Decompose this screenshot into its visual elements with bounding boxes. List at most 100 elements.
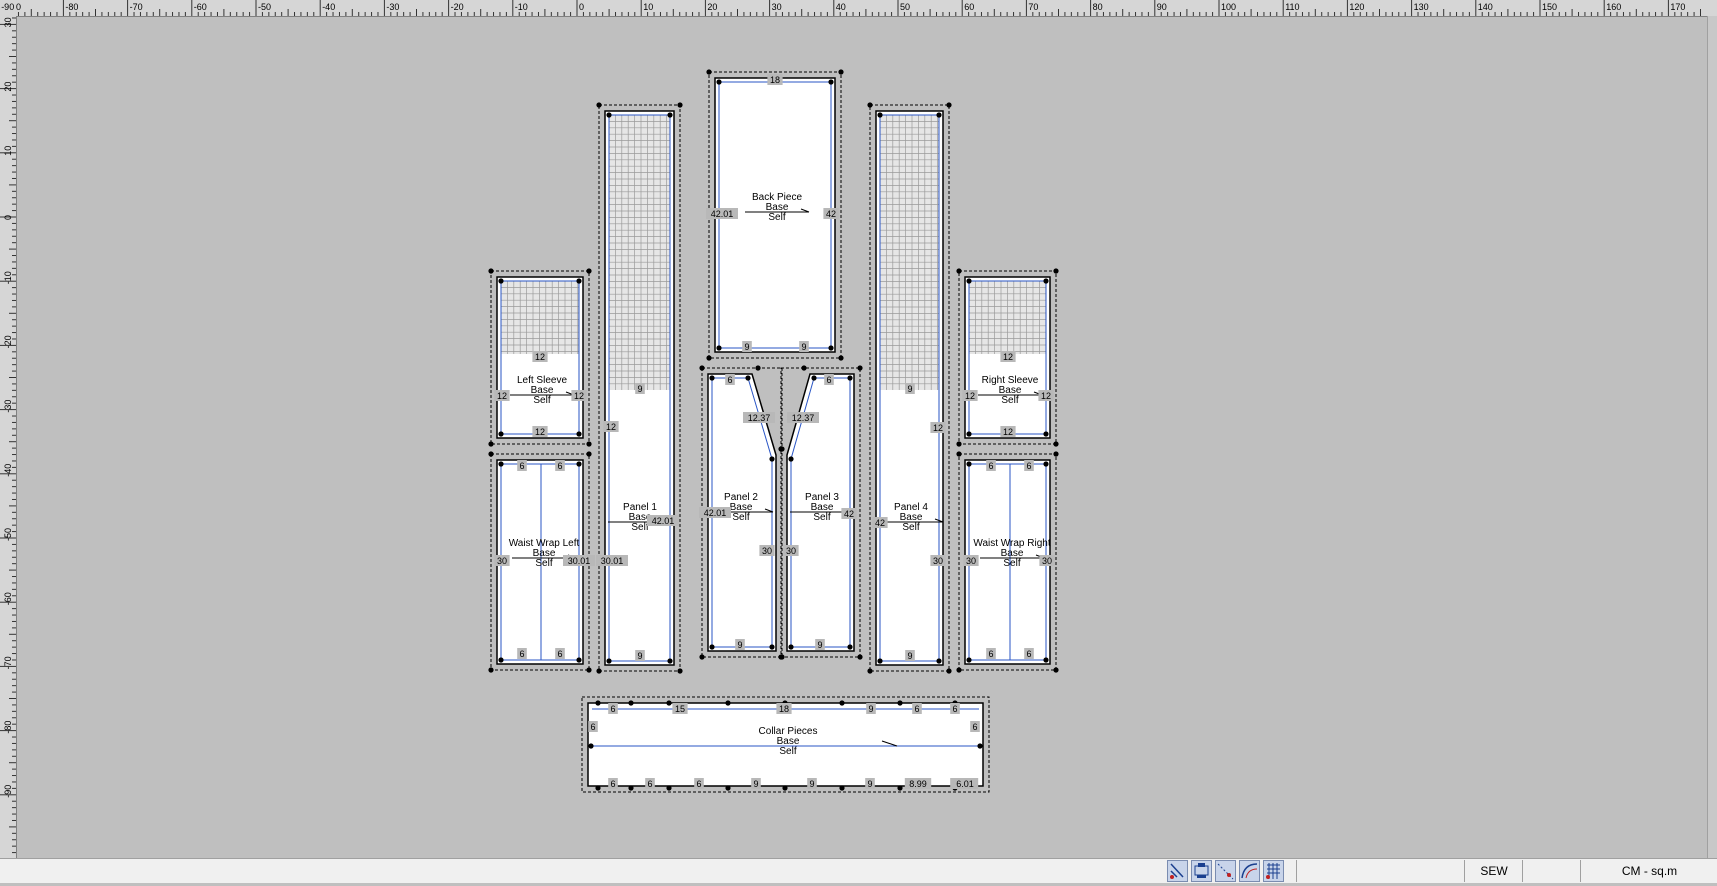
- measure-label: 12: [1003, 352, 1013, 362]
- grid-piece-icon[interactable]: [1263, 860, 1284, 882]
- pattern-point: [801, 365, 807, 371]
- measure-label: 15: [675, 704, 685, 714]
- pattern-point: [666, 785, 672, 791]
- pattern-point: [966, 431, 972, 437]
- measure-label: 6: [519, 649, 524, 659]
- ruler-label: 10: [643, 2, 653, 12]
- pattern-point: [1053, 451, 1059, 457]
- measure-label: 12: [606, 422, 616, 432]
- pattern-point: [606, 658, 612, 664]
- pattern-point: [788, 644, 794, 650]
- pattern-point: [782, 785, 788, 791]
- pattern-point: [576, 431, 582, 437]
- pattern-point: [1053, 268, 1059, 274]
- measure-label: 6: [1026, 649, 1031, 659]
- ruler-label: 170: [1670, 2, 1685, 12]
- ruler-label: -20: [451, 2, 464, 12]
- plotter-icon[interactable]: [1191, 860, 1212, 882]
- curve-tool-icon[interactable]: [1239, 860, 1260, 882]
- pattern-piece-collar-pieces: Collar PiecesBaseSelf6 15 18 9 6 66 66 6 6 9 9 9 8.9…: [581, 696, 990, 793]
- pattern-point: [897, 785, 903, 791]
- measure-label: 9: [744, 342, 749, 352]
- pattern-point: [811, 375, 817, 381]
- measure-label: 6: [914, 704, 919, 714]
- pattern-point: [769, 456, 775, 462]
- measure-label: 12: [574, 391, 584, 401]
- pattern-point: [699, 365, 705, 371]
- ruler-label: 80: [1093, 2, 1103, 12]
- pattern-point: [709, 375, 715, 381]
- pattern-piece-right-sleeve: Right SleeveBaseSelf1212 1212: [956, 268, 1059, 447]
- measure-label: 42.01: [711, 209, 734, 219]
- piece-fabric: Self: [779, 746, 796, 757]
- measure-label: 9: [809, 779, 814, 789]
- ruler-label: 160: [1606, 2, 1621, 12]
- ruler-label: 110: [1285, 2, 1299, 12]
- pattern-point: [716, 79, 722, 85]
- pattern-point: [488, 667, 494, 673]
- measure-label: 6: [519, 461, 524, 471]
- pattern-piece-waist-wrap-right: Waist Wrap RightBaseSelf6 630 306 6: [956, 451, 1059, 673]
- measure-label: 6: [557, 649, 562, 659]
- pattern-point: [867, 102, 873, 108]
- pattern-piece-panel-2: Panel 2BaseSelf612.3742.01309: [699, 365, 785, 660]
- pattern-point: [788, 456, 794, 462]
- ruler-label: -40: [322, 2, 335, 12]
- measure-label: 6: [557, 461, 562, 471]
- measure-label: 18: [779, 704, 789, 714]
- units-indicator: CM - sq.m: [1580, 860, 1717, 882]
- measure-label: 6: [988, 461, 993, 471]
- vertical-ruler-scale: 30 20 10 0 -10 -20 -30 -40 -50 -60 -70 -80 -90: [0, 17, 16, 854]
- horizontal-ruler[interactable]: 0 -90 -80 -70 -60 -50 -40 -30 -20 -10 0 10 20 30 40 50 6…: [0, 0, 1717, 17]
- vertical-scrollbar[interactable]: [1707, 16, 1717, 858]
- pattern-point: [576, 278, 582, 284]
- pattern-point: [725, 785, 731, 791]
- measure-label: 12: [965, 391, 975, 401]
- pattern-point: [706, 355, 712, 361]
- vertical-ruler[interactable]: 30 20 10 0 -10 -20 -30 -40 -50 -60 -70 -80 -90: [0, 16, 17, 858]
- measure-label: 12.37: [792, 413, 815, 423]
- pattern-point: [706, 69, 712, 75]
- ruler-label: 20: [3, 82, 13, 92]
- pattern-point: [956, 441, 962, 447]
- measure-label: 30: [933, 556, 943, 566]
- ruler-label: 90: [1157, 2, 1167, 12]
- measure-label: 30: [497, 556, 507, 566]
- measure-label: 6: [647, 779, 652, 789]
- ruler-label: -60: [3, 592, 13, 605]
- layout-canvas[interactable]: Back Piece Base Self 18 42.01 42 9 9 Left Sleeve…: [17, 17, 1707, 857]
- pattern-point: [838, 355, 844, 361]
- piece-fabric: Self: [535, 558, 552, 569]
- cut-layout-icon[interactable]: [1167, 860, 1188, 882]
- dotted-line-icon[interactable]: [1215, 860, 1236, 882]
- pattern-point: [956, 667, 962, 673]
- ruler-label: -50: [258, 2, 271, 12]
- ruler-label: 120: [1349, 2, 1364, 12]
- pattern-point: [716, 345, 722, 351]
- pattern-point: [838, 69, 844, 75]
- pattern-point: [586, 667, 592, 673]
- ruler-label: -40: [3, 464, 13, 477]
- ruler-label: 10: [3, 146, 13, 156]
- measure-label: 30: [966, 556, 976, 566]
- measure-label: 12: [535, 427, 545, 437]
- ruler-label: 140: [1478, 2, 1493, 12]
- measure-label: 12: [933, 423, 943, 433]
- ruler-label: 0: [3, 215, 13, 220]
- pattern-point: [498, 431, 504, 437]
- pattern-point: [586, 451, 592, 457]
- ruler-label: -30: [3, 400, 13, 413]
- piece-fabric: Self: [1003, 558, 1020, 569]
- measure-label: 30: [786, 546, 796, 556]
- measure-label: 12: [1003, 427, 1013, 437]
- pattern-point: [628, 700, 634, 706]
- pattern-piece-waist-wrap-left: Waist Wrap LeftBaseSelf6 630 30.016 6: [488, 451, 595, 673]
- ruler-label: -80: [65, 2, 78, 12]
- measure-label: 9: [867, 779, 872, 789]
- pattern-point: [828, 79, 834, 85]
- pattern-point: [956, 451, 962, 457]
- pattern-point: [828, 345, 834, 351]
- pattern-piece-left-sleeve: Left SleeveBaseSelf1212 1212: [488, 268, 592, 447]
- measure-label: 42.01: [652, 516, 675, 526]
- ruler-label: -80: [3, 721, 13, 734]
